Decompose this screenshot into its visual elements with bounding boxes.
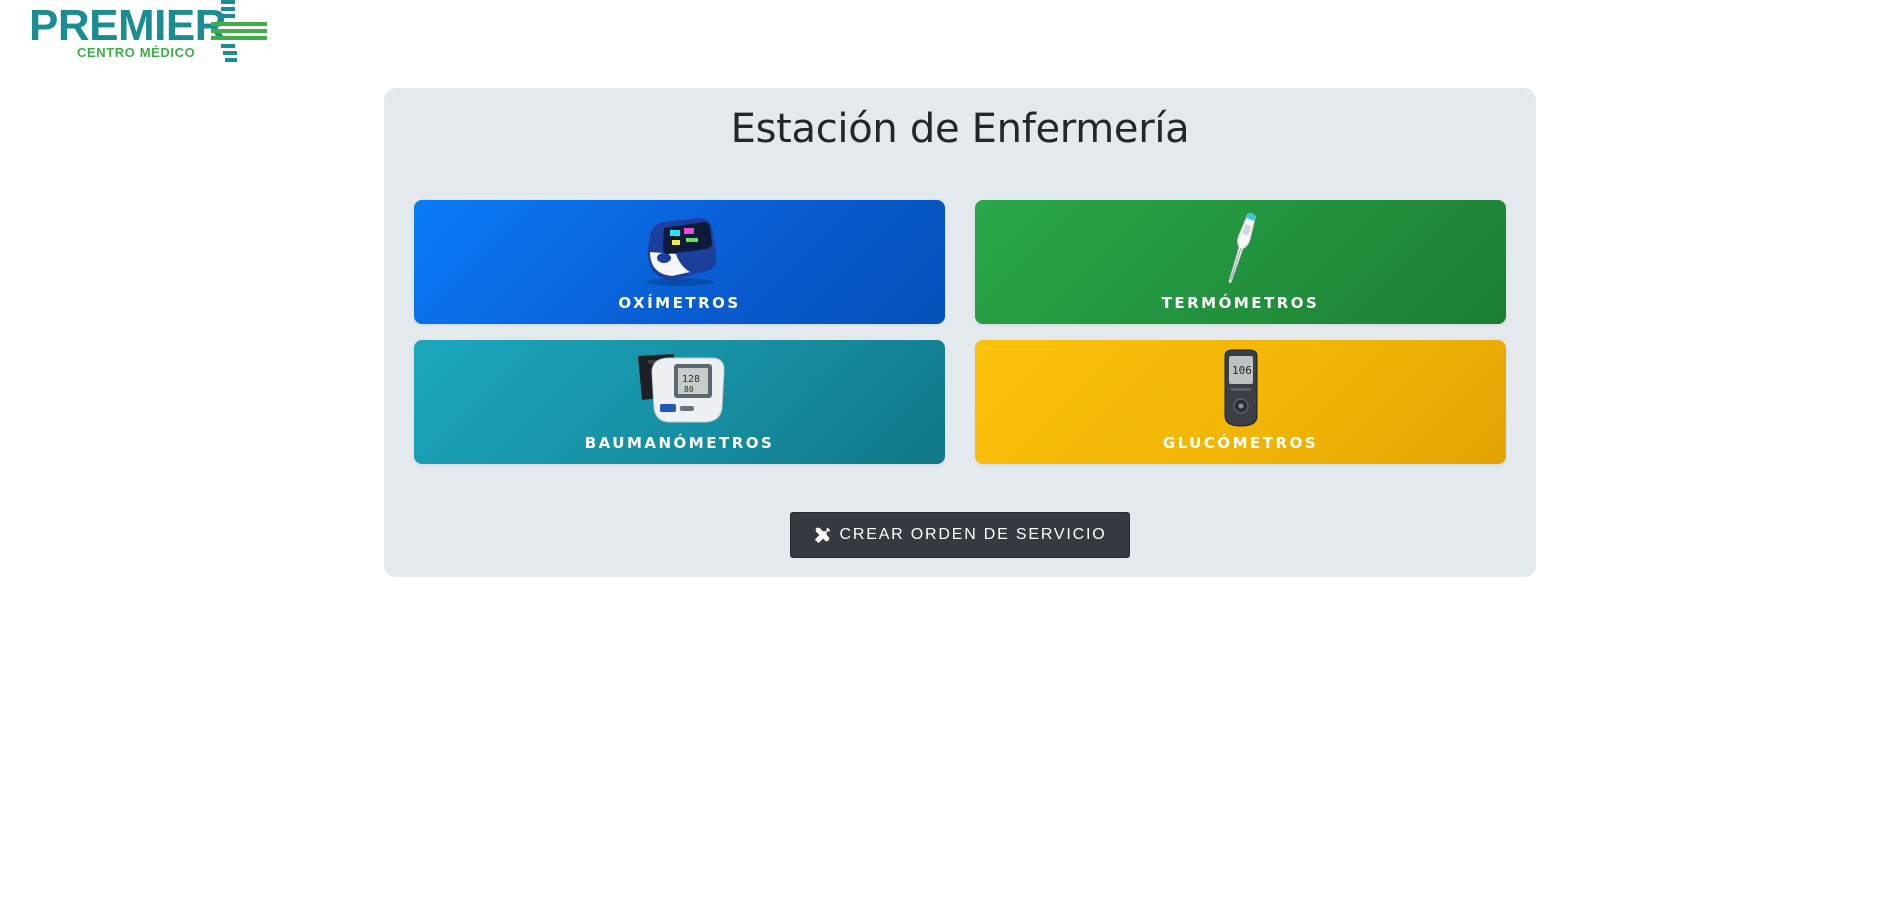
- tile-label: TERMÓMETROS: [1161, 294, 1320, 312]
- brand-name: PREMIER: [29, 1, 226, 50]
- blood-pressure-monitor-icon: 128 80: [637, 354, 725, 423]
- tile-oximeters[interactable]: OXÍMETROS: [414, 200, 945, 324]
- medical-cross-icon: [211, 0, 267, 62]
- svg-text:128: 128: [682, 374, 700, 385]
- glucometer-icon: 106: [1224, 349, 1257, 427]
- tools-icon: [814, 527, 830, 544]
- tile-label: BAUMANÓMETROS: [584, 434, 775, 452]
- nursing-station-panel: Estación de Enfermería OXÍMETROS TERMÓME…: [384, 88, 1536, 577]
- create-service-order-button[interactable]: CREAR ORDEN DE SERVICIO: [790, 512, 1130, 558]
- brand-tagline: CENTRO MÉDICO: [77, 45, 196, 60]
- tile-glucometers[interactable]: 106 GLUCÓMETROS: [975, 340, 1506, 464]
- create-service-order-label: CREAR ORDEN DE SERVICIO: [839, 526, 1107, 543]
- page-title: Estación de Enfermería: [730, 106, 1190, 152]
- thermometer-icon: [1227, 213, 1256, 284]
- svg-text:80: 80: [684, 385, 694, 394]
- tile-label: GLUCÓMETROS: [1162, 434, 1319, 452]
- tile-thermometers[interactable]: TERMÓMETROS: [975, 200, 1506, 324]
- brand-logo: PREMIER CENTRO MÉDICO: [29, 0, 279, 66]
- tile-label: OXÍMETROS: [618, 294, 741, 312]
- tile-blood-pressure-monitors[interactable]: 128 80 BAUMANÓMETROS: [414, 340, 945, 464]
- pulse-oximeter-icon: [645, 218, 716, 286]
- glucometer-reading: 106: [1232, 364, 1252, 377]
